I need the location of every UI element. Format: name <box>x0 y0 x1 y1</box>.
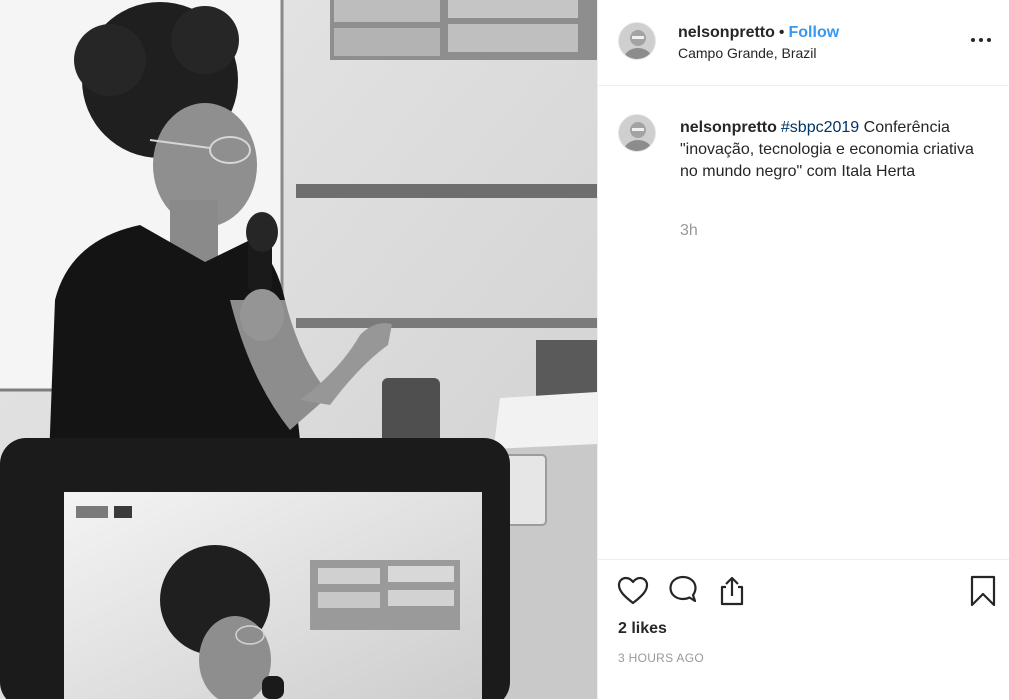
share-icon[interactable] <box>715 574 749 608</box>
header-username-line: nelsonpretto • Follow <box>678 24 839 42</box>
caption-avatar-image <box>619 115 655 151</box>
caption-avatar[interactable] <box>618 114 656 152</box>
hashtag-link[interactable]: #sbpc2019 <box>781 119 859 136</box>
post-photo[interactable] <box>0 0 597 699</box>
username-link[interactable]: nelsonpretto <box>678 24 775 41</box>
bookmark-icon[interactable] <box>966 574 1000 608</box>
post-timestamp: 3 HOURS AGO <box>618 651 704 665</box>
post-photo-image <box>0 0 597 699</box>
follow-button[interactable]: Follow <box>789 24 840 41</box>
post-details-panel: nelsonpretto • Follow Campo Grande, Brazil… <box>597 0 1009 699</box>
caption-timestamp: 3h <box>680 222 698 239</box>
post-actions: 2 likes 3 HOURS AGO <box>598 559 1009 700</box>
caption-section: nelsonpretto #sbpc2019 Conferência "inova… <box>598 86 1009 558</box>
location-link[interactable]: Campo Grande, Brazil <box>678 45 817 61</box>
comment-icon[interactable] <box>666 574 700 608</box>
caption-username-link[interactable]: nelsonpretto <box>680 119 777 136</box>
caption-text: nelsonpretto #sbpc2019 Conferência "inova… <box>680 117 985 183</box>
post-header: nelsonpretto • Follow Campo Grande, Brazil <box>598 0 1009 86</box>
likes-count[interactable]: 2 likes <box>618 620 667 638</box>
more-options-icon[interactable] <box>971 30 995 50</box>
heart-icon[interactable] <box>616 574 650 608</box>
avatar-image <box>619 23 655 59</box>
separator-dot: • <box>778 24 785 41</box>
avatar[interactable] <box>618 22 656 60</box>
